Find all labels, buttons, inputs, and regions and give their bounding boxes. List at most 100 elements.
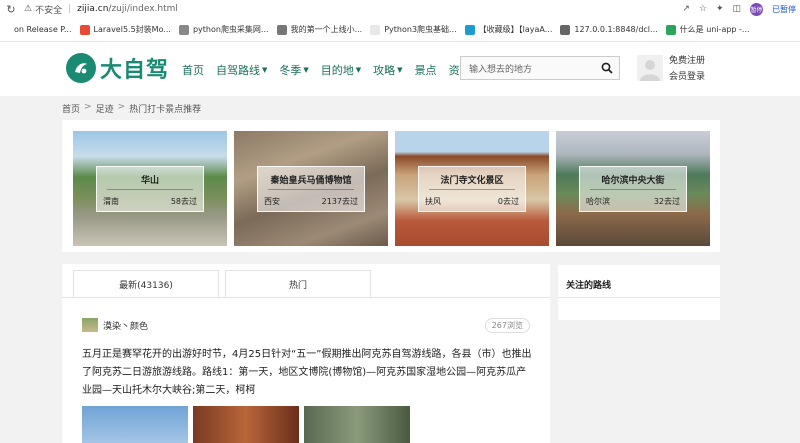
featured-spots: 华山 渭南 58去过 秦始皇兵马俑博物馆 西安 2137去过 法门寺文化景区 扶… <box>62 120 720 252</box>
bookmark-label: on Release P... <box>14 25 72 34</box>
nav-label: 首页 <box>182 64 204 77</box>
warning-icon: ⚠ <box>24 4 33 14</box>
spot-city: 哈尔滨 <box>586 197 610 206</box>
author-avatar <box>82 318 98 332</box>
chevron-down-icon: ▼ <box>262 66 268 74</box>
chevron-down-icon: ▼ <box>397 66 403 74</box>
browser-toolbar-right: ↗ ☆ ✦ ◫ 暂停 已暂停 <box>682 0 800 18</box>
spot-visits: 32去过 <box>653 197 680 206</box>
bookmark-item[interactable]: Python3爬虫基础... <box>370 24 464 35</box>
chevron-down-icon: ▼ <box>355 66 362 74</box>
spot-name: 法门寺文化景区 <box>440 176 504 186</box>
user-avatar-icon[interactable] <box>637 54 663 81</box>
bookmark-favicon-icon <box>560 24 571 35</box>
security-indicator[interactable]: ⚠ 不安全 <box>24 3 62 16</box>
breadcrumb-current: 热门打卡景点推荐 <box>129 105 202 115</box>
nav-item[interactable]: 冬季 ▼ <box>279 62 308 78</box>
nav-label: 目的地 <box>320 64 354 77</box>
spot-visits: 58去过 <box>170 197 197 206</box>
browser-address-bar: ↻ ⚠ 不安全 | zijia.cn/zuji/index.html <box>0 0 800 18</box>
bookmark-label: python爬虫采集网... <box>192 25 269 34</box>
spot-name: 华山 <box>140 176 159 186</box>
nav-item[interactable]: 自驾路线 ▼ <box>216 62 267 78</box>
bookmark-item[interactable]: 我的第一个上线小... <box>276 24 371 35</box>
bookmark-item[interactable]: 127.0.0.1:8848/dcl... <box>560 24 665 35</box>
bookmark-item[interactable]: 【收藏级】【layaA... <box>464 24 561 35</box>
spot-visits: 2137去过 <box>321 197 358 206</box>
nav-item[interactable]: 攻略 ▼ <box>373 62 402 78</box>
nav-label: 景点 <box>414 64 437 77</box>
chevron-down-icon: ▼ <box>303 66 309 74</box>
author-name: 漠染丶颜色 <box>103 321 149 332</box>
logo-text: 大自驾 <box>100 57 170 83</box>
spot-card-huashan[interactable]: 华山 渭南 58去过 <box>73 131 227 246</box>
register-link[interactable]: 免费注册 <box>669 53 705 66</box>
spot-info: 华山 渭南 58去过 <box>96 166 204 212</box>
bookmark-label: Python3爬虫基础... <box>384 25 457 34</box>
post-author[interactable]: 漠染丶颜色 <box>82 318 148 332</box>
spot-name: 哈尔滨中央大街 <box>601 176 665 186</box>
user-area: 免费注册 会员登录 <box>637 53 705 82</box>
bookmark-label: 我的第一个上线小... <box>290 25 363 34</box>
spot-city: 渭南 <box>103 197 119 206</box>
bookmark-favicon-icon <box>464 24 475 35</box>
bookmark-item[interactable]: python爬虫采集网... <box>178 24 277 35</box>
spot-city: 扶风 <box>425 197 441 206</box>
sidebar-icon[interactable]: ◫ <box>732 4 741 14</box>
bookmarks-bar: on Release P... Laravel5.5封装Mo... python爬虫… <box>0 18 800 42</box>
spot-card-central-street[interactable]: 哈尔滨中央大街 哈尔滨 32去过 <box>556 131 710 246</box>
view-count-badge: 267浏览 <box>484 318 530 333</box>
post-thumbnails <box>82 406 410 443</box>
search-input[interactable] <box>461 59 597 81</box>
url-text[interactable]: zijia.cn/zuji/index.html <box>77 4 178 14</box>
site-logo[interactable]: 大自驾 <box>66 52 169 84</box>
bookmark-favicon-icon <box>370 24 381 35</box>
tab-popular[interactable]: 热门 <box>225 270 371 298</box>
spot-city: 西安 <box>264 197 280 206</box>
bookmark-star-icon[interactable]: ☆ <box>699 4 707 14</box>
spot-divider <box>590 189 676 190</box>
spot-card-terracotta[interactable]: 秦始皇兵马俑博物馆 西安 2137去过 <box>234 131 388 246</box>
nav-label: 攻略 <box>373 64 396 77</box>
search-box <box>460 56 620 81</box>
post-thumbnail[interactable] <box>82 406 188 443</box>
site-header: 大自驾 首页自驾路线▼冬季▼目的地▼攻略▼景点资讯 免费注册 会员登录 <box>0 42 800 96</box>
bookmark-item[interactable]: on Release P... <box>0 24 80 35</box>
bookmark-label: 【收藏级】【layaA... <box>478 25 553 34</box>
nav-label: 自驾路线 <box>216 64 260 77</box>
breadcrumb-home[interactable]: 首页 <box>62 102 80 115</box>
address-separator: | <box>68 4 72 14</box>
login-link[interactable]: 会员登录 <box>669 69 705 82</box>
spot-info: 哈尔滨中央大街 哈尔滨 32去过 <box>579 166 687 212</box>
bookmark-favicon-icon <box>79 24 90 35</box>
spot-info: 秦始皇兵马俑博物馆 西安 2137去过 <box>257 166 365 212</box>
spot-divider <box>268 189 354 190</box>
tab-latest[interactable]: 最新(43136) <box>73 270 219 298</box>
breadcrumb: 首页 > 足迹 > 热门打卡景点推荐 <box>62 102 201 115</box>
breadcrumb-footprints[interactable]: 足迹 <box>96 102 114 115</box>
search-icon[interactable] <box>601 62 613 74</box>
bookmark-item[interactable]: 什么是 uni-app -... <box>665 24 758 35</box>
nav-item[interactable]: 景点 <box>415 62 437 78</box>
post-thumbnail[interactable] <box>193 406 299 443</box>
nav-label: 冬季 <box>279 64 302 77</box>
spot-divider <box>107 189 193 190</box>
bookmark-label: 什么是 uni-app -... <box>679 25 750 34</box>
spot-card-famen-temple[interactable]: 法门寺文化景区 扶风 0去过 <box>395 131 549 246</box>
nav-item[interactable]: 目的地 ▼ <box>321 62 361 78</box>
post-text[interactable]: 五月正是赛罕花开的出游好时节，4月25日针对“五一”假期推出阿克苏自驾游线路，各… <box>82 346 532 400</box>
nav-item[interactable]: 首页 <box>182 62 204 78</box>
followed-routes-panel: 关注的路线 <box>558 265 720 320</box>
breadcrumb-separator: > <box>84 102 92 112</box>
panel-title: 关注的路线 <box>566 281 612 291</box>
main-nav: 首页自驾路线▼冬季▼目的地▼攻略▼景点资讯 <box>182 62 471 78</box>
extensions-icon[interactable]: ✦ <box>716 4 724 14</box>
reload-icon[interactable]: ↻ <box>0 3 22 16</box>
post-thumbnail[interactable] <box>304 406 410 443</box>
tab-divider <box>62 297 550 298</box>
bookmark-item[interactable]: Laravel5.5封装Mo... <box>79 24 179 35</box>
profile-avatar[interactable]: 暂停 <box>750 2 763 16</box>
profile-status[interactable]: 已暂停 <box>772 4 796 15</box>
share-icon[interactable]: ↗ <box>682 4 690 14</box>
spot-visits: 0去过 <box>497 197 519 206</box>
